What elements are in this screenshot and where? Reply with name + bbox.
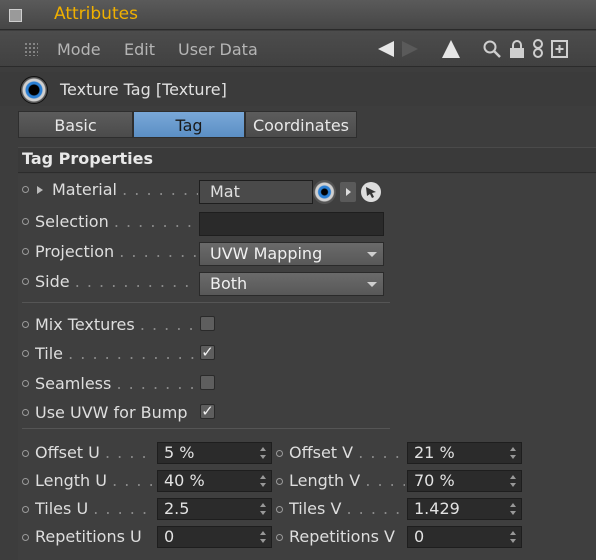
new-panel-icon[interactable] <box>551 38 569 60</box>
tiles-v-field[interactable]: 1.429 <box>407 498 522 520</box>
tile-label: Tile . . . . . . . . . . . . . <box>35 344 198 363</box>
expand-arrow-icon[interactable] <box>36 185 44 195</box>
stepper-arrows-icon[interactable] <box>509 474 517 488</box>
animation-dot-icon[interactable] <box>276 534 283 541</box>
menu-user-data[interactable]: User Data <box>178 40 258 59</box>
material-field[interactable]: Mat <box>199 180 313 204</box>
seamless-label: Seamless . . . . . . . . <box>35 374 198 393</box>
section-title: Tag Properties <box>22 149 153 168</box>
repetitions-v-label: Repetitions V <box>289 527 395 546</box>
offset-v-field[interactable]: 21 % <box>407 442 522 464</box>
link-icon[interactable] <box>531 38 545 60</box>
panel-menu-icon[interactable] <box>9 9 22 22</box>
length-v-label: Length V . . . . <box>289 471 405 490</box>
animation-dot-icon[interactable] <box>22 186 29 193</box>
chevron-down-icon <box>367 252 377 257</box>
texture-tag-icon <box>20 76 48 104</box>
tab-coordinates[interactable]: Coordinates <box>245 111 357 138</box>
seamless-checkbox[interactable] <box>200 375 215 390</box>
length-u-label: Length U . . . . <box>35 471 155 490</box>
chevron-down-icon <box>367 282 377 287</box>
animation-dot-icon[interactable] <box>276 478 283 485</box>
length-v-field[interactable]: 70 % <box>407 470 522 492</box>
repetitions-v-field[interactable]: 0 <box>407 526 522 548</box>
tile-checkbox[interactable]: ✓ <box>200 345 215 360</box>
selection-label: Selection . . . . . . . . <box>35 212 198 231</box>
projection-dropdown[interactable]: UVW Mapping <box>199 242 384 266</box>
lock-icon[interactable] <box>508 38 526 60</box>
side-label: Side . . . . . . . . . . . . <box>35 272 198 291</box>
animation-dot-icon[interactable] <box>22 450 29 457</box>
use-uvw-bump-label: Use UVW for Bump <box>35 403 188 422</box>
stepper-arrows-icon[interactable] <box>259 502 267 516</box>
animation-dot-icon[interactable] <box>22 248 29 255</box>
material-label: Material . . . . . . . . <box>52 180 198 199</box>
divider <box>22 428 390 429</box>
menu-edit[interactable]: Edit <box>124 40 155 59</box>
material-preview-icon[interactable] <box>313 180 336 204</box>
offset-u-field[interactable]: 5 % <box>157 442 272 464</box>
animation-dot-icon[interactable] <box>22 278 29 285</box>
object-title: Texture Tag [Texture] <box>60 80 227 99</box>
window-title: Attributes <box>54 4 138 24</box>
tiles-u-field[interactable]: 2.5 <box>157 498 272 520</box>
animation-dot-icon[interactable] <box>22 478 29 485</box>
length-u-field[interactable]: 40 % <box>157 470 272 492</box>
animation-dot-icon[interactable] <box>22 380 29 387</box>
animation-dot-icon[interactable] <box>276 450 283 457</box>
material-menu-arrow-icon[interactable] <box>340 182 356 202</box>
projection-label: Projection . . . . . . . . <box>35 242 198 261</box>
animation-dot-icon[interactable] <box>22 534 29 541</box>
repetitions-u-label: Repetitions U <box>35 527 142 546</box>
offset-u-label: Offset U . . . . <box>35 443 148 462</box>
search-icon[interactable] <box>482 38 502 60</box>
stepper-arrows-icon[interactable] <box>259 446 267 460</box>
animation-dot-icon[interactable] <box>22 218 29 225</box>
use-uvw-bump-checkbox[interactable]: ✓ <box>200 404 215 419</box>
stepper-arrows-icon[interactable] <box>509 502 517 516</box>
mix-textures-label: Mix Textures . . . . . <box>35 315 195 334</box>
stepper-arrows-icon[interactable] <box>509 530 517 544</box>
side-dropdown[interactable]: Both <box>199 272 384 296</box>
grip-icon[interactable] <box>24 42 38 56</box>
divider <box>22 302 390 303</box>
pick-object-icon[interactable] <box>360 181 382 203</box>
tiles-v-label: Tiles V . . . . . . <box>289 499 405 518</box>
tiles-u-label: Tiles U . . . . . <box>35 499 149 518</box>
menu-mode[interactable]: Mode <box>57 40 101 59</box>
stepper-arrows-icon[interactable] <box>259 530 267 544</box>
tab-tag[interactable]: Tag <box>133 111 245 138</box>
tab-basic[interactable]: Basic <box>18 111 133 138</box>
stepper-arrows-icon[interactable] <box>509 446 517 460</box>
repetitions-u-field[interactable]: 0 <box>157 526 272 548</box>
offset-v-label: Offset V . . . . <box>289 443 401 462</box>
selection-field[interactable] <box>199 212 384 236</box>
arrow-left-icon[interactable] <box>376 38 396 60</box>
arrow-up-icon[interactable] <box>440 38 462 60</box>
arrow-right-icon[interactable] <box>400 38 420 60</box>
mix-textures-checkbox[interactable] <box>200 316 215 331</box>
stepper-arrows-icon[interactable] <box>259 474 267 488</box>
animation-dot-icon[interactable] <box>22 409 29 416</box>
animation-dot-icon[interactable] <box>22 506 29 513</box>
animation-dot-icon[interactable] <box>22 321 29 328</box>
animation-dot-icon[interactable] <box>276 506 283 513</box>
animation-dot-icon[interactable] <box>22 350 29 357</box>
